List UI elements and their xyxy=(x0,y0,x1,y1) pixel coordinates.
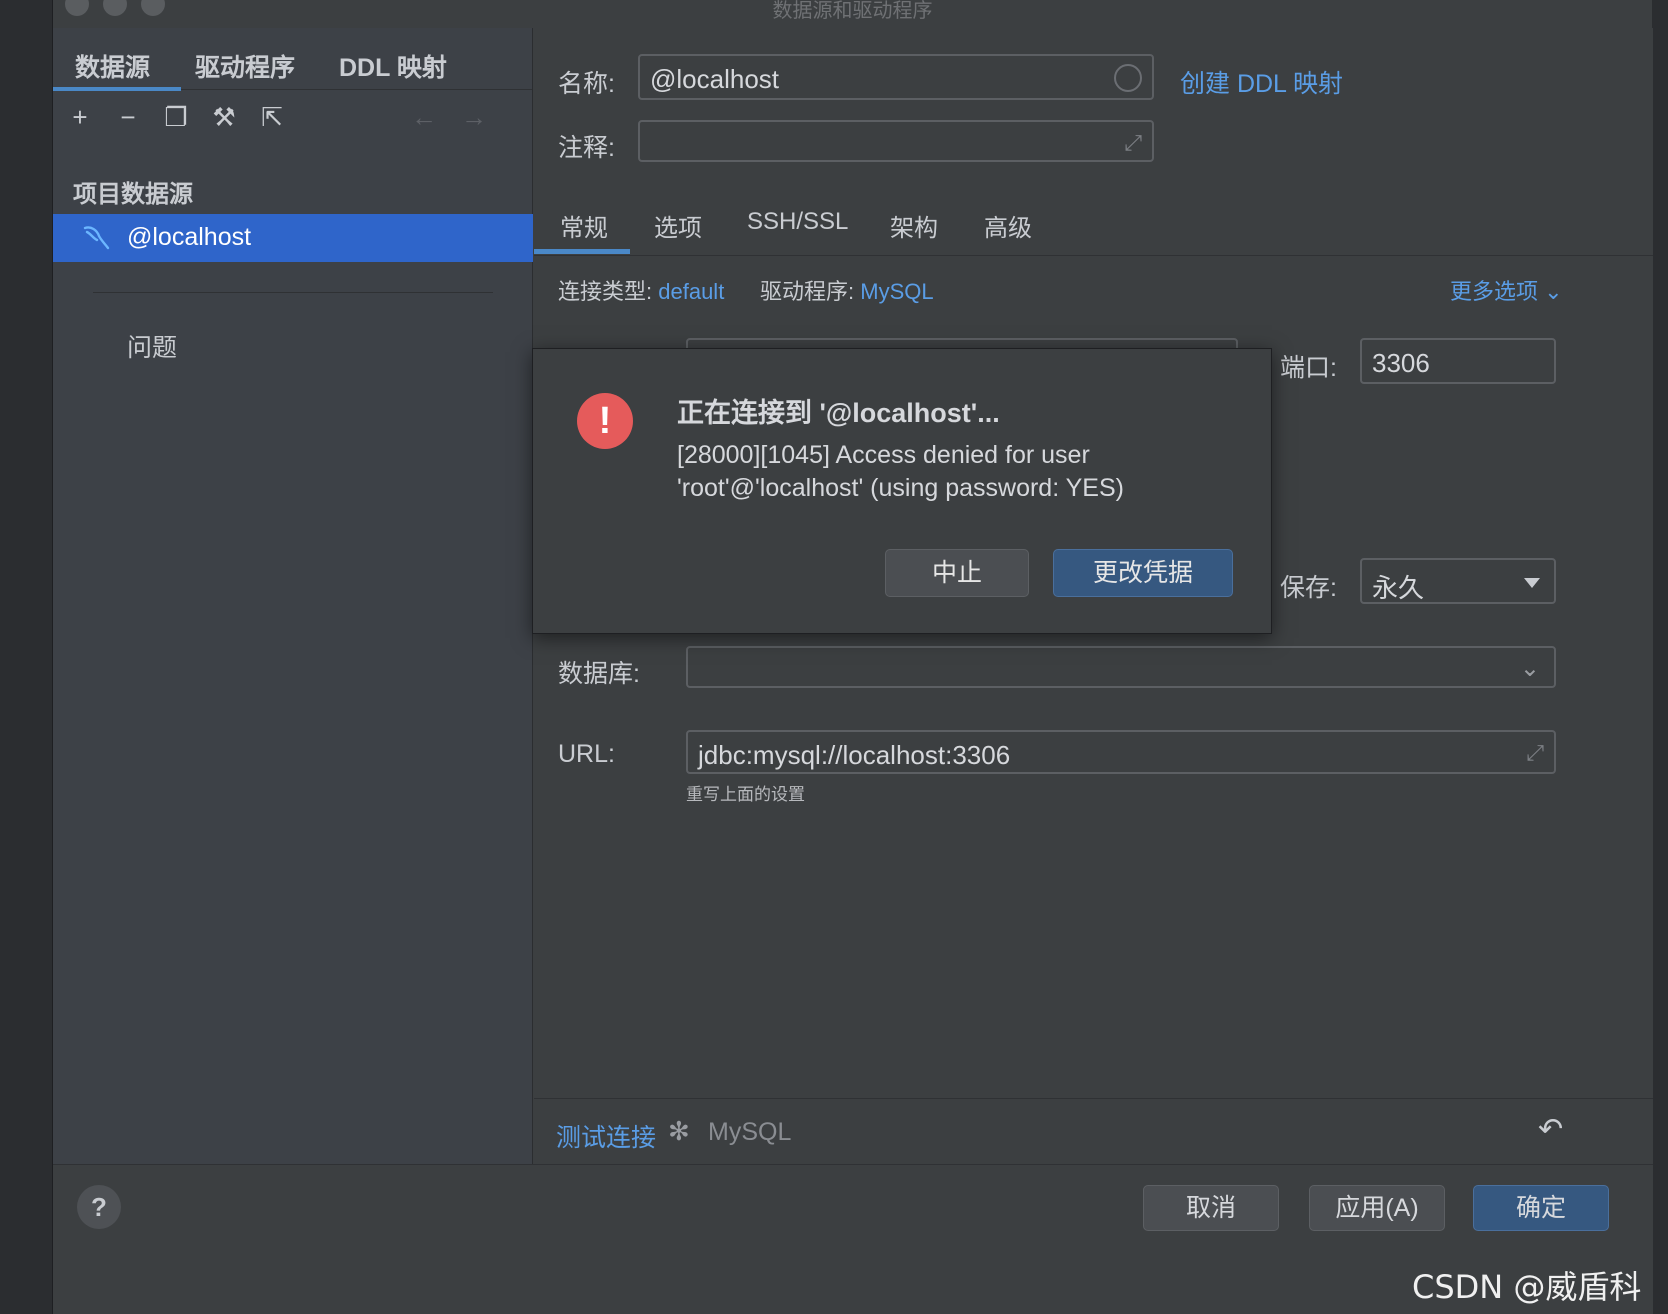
add-icon[interactable]: + xyxy=(63,100,97,134)
left-pane: 数据源 驱动程序 DDL 映射 + − ❐ ⚒ ⇱ ← → 项目数据源 @loc… xyxy=(53,28,533,1236)
datasource-label: @localhost xyxy=(127,223,252,251)
connection-type: 连接类型: default xyxy=(558,274,724,306)
port-value: 3306 xyxy=(1372,348,1430,378)
datasource-window: 数据源和驱动程序 数据源 驱动程序 DDL 映射 + − ❐ ⚒ ⇱ ← → 项… xyxy=(52,0,1653,1314)
tab-options[interactable]: 选项 xyxy=(654,208,702,243)
database-label: 数据库: xyxy=(558,660,640,688)
url-value: jdbc:mysql://localhost:3306 xyxy=(698,740,1011,770)
left-tab-bar: 数据源 驱动程序 DDL 映射 xyxy=(53,38,532,91)
driver-status: MySQL xyxy=(708,1118,792,1146)
mysql-dolphin-icon xyxy=(83,226,110,250)
active-tab-indicator xyxy=(53,87,181,91)
more-options-link[interactable]: 更多选项 ⌄ xyxy=(1450,274,1563,306)
tab-datasources[interactable]: 数据源 xyxy=(75,48,150,84)
settings-tab-bar: 常规 选项 SSH/SSL 架构 高级 xyxy=(534,204,1653,256)
remove-icon[interactable]: − xyxy=(111,100,145,134)
loading-spinner-icon: ✻ xyxy=(668,1116,690,1146)
left-toolbar: + − ❐ ⚒ ⇱ ← → xyxy=(53,98,532,142)
watermark: CSDN @威盾科技 xyxy=(1412,1268,1642,1306)
forward-arrow-icon[interactable]: → xyxy=(457,100,491,134)
port-field[interactable]: 3306 xyxy=(1360,338,1556,384)
bottom-separator xyxy=(534,1098,1653,1099)
error-icon: ! xyxy=(577,393,633,449)
expand-icon[interactable]: ⤢ xyxy=(1124,130,1142,156)
tab-ddl-mappings[interactable]: DDL 映射 xyxy=(339,48,447,84)
problems-item[interactable]: 问题 xyxy=(127,328,177,364)
color-circle-icon[interactable] xyxy=(1114,64,1142,92)
tab-ssh-ssl[interactable]: SSH/SSL xyxy=(747,208,848,236)
tab-advanced[interactable]: 高级 xyxy=(984,208,1032,243)
name-field[interactable]: @localhost xyxy=(638,54,1154,100)
test-connection-link[interactable]: 测试连接 xyxy=(556,1118,656,1154)
export-icon[interactable]: ⇱ xyxy=(255,100,289,134)
driver-label: 驱动程序: xyxy=(760,279,855,304)
help-button[interactable]: ? xyxy=(77,1185,121,1229)
dialog-message: [28000][1045] Access denied for user 'ro… xyxy=(677,441,1124,502)
active-tab-indicator xyxy=(534,249,630,254)
apply-button[interactable]: 应用(A) xyxy=(1309,1185,1445,1231)
name-value: @localhost xyxy=(650,64,780,94)
abort-button[interactable]: 中止 xyxy=(885,549,1029,597)
expand-icon[interactable]: ⤢ xyxy=(1526,740,1544,766)
connection-error-dialog: ! 正在连接到 '@localhost'... [28000][1045] Ac… xyxy=(532,348,1272,634)
save-value: 永久 xyxy=(1372,573,1425,603)
connection-type-value[interactable]: default xyxy=(658,279,724,304)
name-label: 名称: xyxy=(558,70,615,98)
ok-button[interactable]: 确定 xyxy=(1473,1185,1609,1231)
tab-drivers[interactable]: 驱动程序 xyxy=(195,48,295,84)
save-label: 保存: xyxy=(1280,574,1337,602)
create-ddl-mapping-link[interactable]: 创建 DDL 映射 xyxy=(1180,64,1343,100)
driver-value[interactable]: MySQL xyxy=(860,279,933,304)
wrench-icon[interactable]: ⚒ xyxy=(207,100,241,134)
chevron-down-icon xyxy=(1524,578,1540,588)
tab-general[interactable]: 常规 xyxy=(560,208,608,243)
comment-label: 注释: xyxy=(558,134,615,162)
cancel-button[interactable]: 取消 xyxy=(1143,1185,1279,1231)
title-bar: 数据源和驱动程序 xyxy=(53,0,1652,28)
url-hint: 重写上面的设置 xyxy=(686,785,805,804)
copy-icon[interactable]: ❐ xyxy=(159,100,193,134)
datasource-item-localhost[interactable]: @localhost xyxy=(53,214,533,262)
chevron-down-icon[interactable]: ⌄ xyxy=(1520,654,1540,683)
sidebar-divider xyxy=(93,292,493,293)
connection-type-label: 连接类型: xyxy=(558,279,653,304)
back-arrow-icon[interactable]: ← xyxy=(407,100,441,134)
save-select[interactable]: 永久 xyxy=(1360,558,1556,604)
undo-icon[interactable]: ↶ xyxy=(1538,1112,1563,1147)
url-label: URL: xyxy=(558,740,615,768)
port-label: 端口: xyxy=(1280,354,1337,382)
database-field[interactable]: ⌄ xyxy=(686,646,1556,688)
dialog-title: 正在连接到 '@localhost'... xyxy=(677,398,1000,428)
driver-info: 驱动程序: MySQL xyxy=(760,274,934,306)
tab-schemas[interactable]: 架构 xyxy=(890,208,938,243)
change-credentials-button[interactable]: 更改凭据 xyxy=(1053,549,1233,597)
comment-field[interactable]: ⤢ xyxy=(638,120,1154,162)
window-title: 数据源和驱动程序 xyxy=(772,0,933,22)
project-datasources-heading: 项目数据源 xyxy=(73,181,193,208)
url-field[interactable]: jdbc:mysql://localhost:3306 ⤢ xyxy=(686,730,1556,774)
